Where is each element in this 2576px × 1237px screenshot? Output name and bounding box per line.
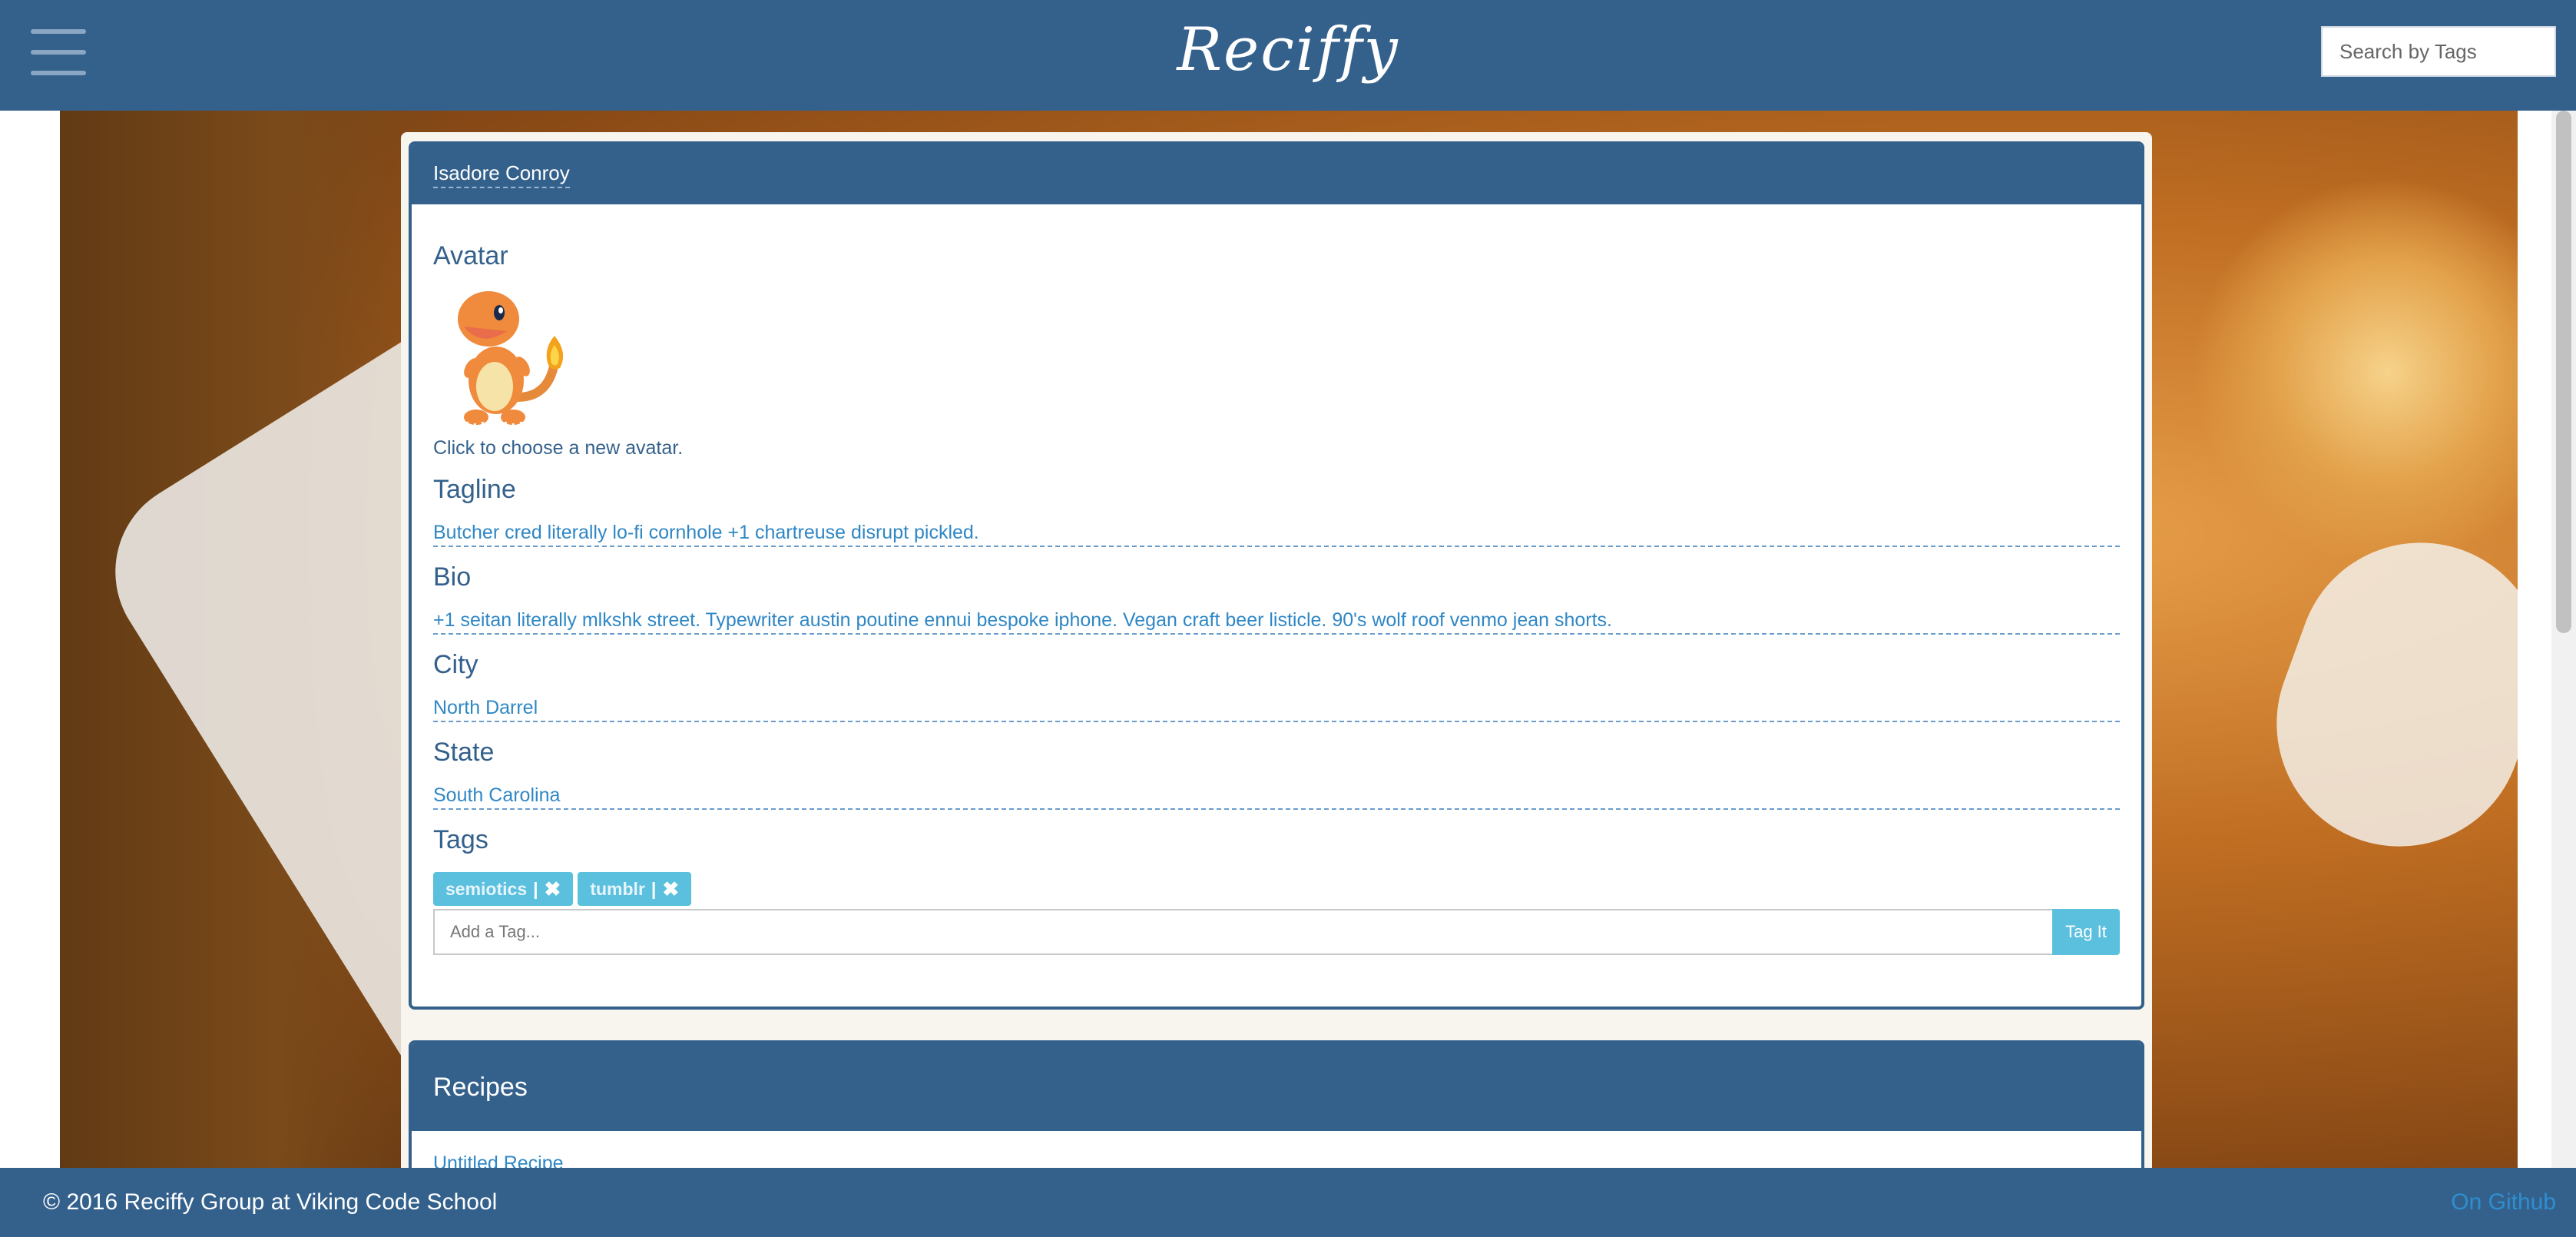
add-tag-input[interactable] (433, 909, 2052, 955)
tag-separator: | (651, 878, 657, 899)
profile-body: Avatar Click to choose a new avatar. Tag… (412, 241, 2141, 955)
page-scrollbar[interactable] (2551, 111, 2576, 1168)
avatar-hint: Click to choose a new avatar. (433, 437, 684, 459)
avatar[interactable] (433, 282, 571, 436)
tag-list: semiotics | ✖ tumblr | ✖ (433, 872, 2120, 906)
page-footer: © 2016 Reciffy Group at Viking Code Scho… (0, 1168, 2576, 1237)
main-content: Isadore Conroy Avatar Click to choose a … (401, 132, 2152, 1237)
scrollbar-thumb[interactable] (2556, 111, 2571, 633)
tags-label: Tags (433, 825, 488, 854)
recipes-panel-heading: Recipes (412, 1043, 2141, 1131)
profile-field-tagline: Tagline Butcher cred literally lo-fi cor… (433, 475, 2120, 547)
tag-chip: semiotics | ✖ (433, 872, 574, 906)
add-tag-form: Tag It (433, 909, 2120, 955)
tagline-label: Tagline (433, 475, 516, 504)
profile-name[interactable]: Isadore Conroy (433, 161, 570, 188)
city-label: City (433, 650, 478, 679)
tagline-value[interactable]: Butcher cred literally lo-fi cornhole +1… (433, 505, 2120, 547)
profile-panel: Isadore Conroy Avatar Click to choose a … (409, 141, 2144, 1010)
tag-separator: | (533, 878, 538, 899)
city-value[interactable]: North Darrel (433, 680, 2120, 722)
tag-it-button[interactable]: Tag It (2052, 909, 2120, 955)
tag-label[interactable]: tumblr (590, 879, 645, 900)
tag-label[interactable]: semiotics (445, 879, 527, 900)
bio-label: Bio (433, 562, 472, 592)
brand-logo[interactable]: Reciffy (0, 15, 2576, 85)
profile-field-bio: Bio +1 seitan literally mlkshk street. T… (433, 562, 2120, 635)
state-label: State (433, 738, 495, 767)
profile-field-state: State South Carolina (433, 738, 2120, 810)
charmander-avatar-icon (458, 291, 564, 430)
bio-value[interactable]: +1 seitan literally mlkshk street. Typew… (433, 592, 2120, 635)
avatar-heading: Avatar (433, 241, 508, 270)
github-link[interactable]: On Github (2451, 1189, 2556, 1215)
top-navbar: Reciffy (0, 0, 2576, 111)
profile-panel-heading: Isadore Conroy (412, 144, 2141, 204)
close-icon[interactable]: ✖ (545, 879, 561, 899)
state-value[interactable]: South Carolina (433, 768, 2120, 810)
tag-search-input[interactable] (2321, 26, 2556, 77)
recipes-title: Recipes (433, 1072, 528, 1102)
tag-chip: tumblr | ✖ (578, 872, 692, 906)
close-icon[interactable]: ✖ (662, 879, 679, 899)
footer-copyright: © 2016 Reciffy Group at Viking Code Scho… (43, 1189, 498, 1215)
profile-field-city: City North Darrel (433, 650, 2120, 722)
